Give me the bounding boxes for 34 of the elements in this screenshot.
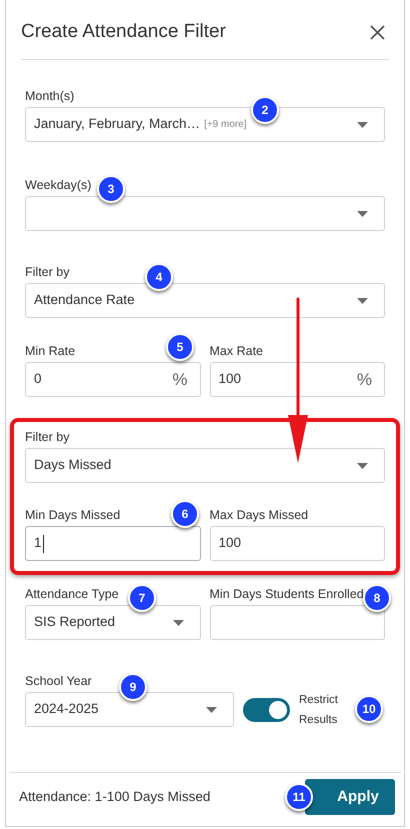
field-label: Filter by	[25, 264, 70, 280]
close-icon[interactable]	[370, 25, 385, 40]
text-cursor	[42, 534, 44, 552]
field-label: Month(s)	[25, 88, 74, 104]
field-label: Weekday(s)	[25, 177, 92, 193]
field-label: Filter by	[25, 429, 70, 445]
more-count: [+9 more]	[204, 118, 247, 132]
field-label: Max Days Missed	[210, 507, 308, 523]
field-label: School Year	[25, 673, 92, 689]
input-field[interactable]: 100	[210, 526, 385, 561]
toggle-label: Restrict Results	[299, 692, 339, 728]
caret-icon	[172, 620, 184, 626]
input-field[interactable]: 0 %	[25, 362, 200, 397]
caret-icon	[357, 462, 368, 468]
caret-icon	[206, 706, 217, 712]
field-label: Min Days Students Enrolled	[210, 586, 364, 602]
input-field[interactable]	[210, 605, 385, 640]
toggle-switch[interactable]	[243, 698, 290, 722]
dropdown[interactable]: Attendance Rate	[25, 283, 385, 318]
caret-icon	[357, 210, 368, 216]
field-label: Min Rate	[25, 343, 76, 359]
field-label: Max Rate	[210, 343, 263, 359]
dropdown[interactable]: SIS Reported	[25, 605, 200, 640]
dropdown[interactable]: Days Missed	[25, 448, 385, 483]
field-label: Min Days Missed	[25, 507, 120, 523]
caret-icon	[357, 298, 368, 304]
caret-icon	[357, 122, 368, 128]
dialog-title: Create Attendance Filter	[21, 20, 226, 44]
filter-summary: Attendance: 1-100 Days Missed	[19, 788, 210, 806]
field-label: Attendance Type	[25, 586, 119, 602]
apply-button[interactable]: Apply	[305, 779, 395, 815]
dropdown[interactable]: 2024-2025	[25, 692, 234, 727]
input-field[interactable]: 1	[25, 526, 200, 561]
input-field[interactable]: 100 %	[210, 362, 385, 397]
